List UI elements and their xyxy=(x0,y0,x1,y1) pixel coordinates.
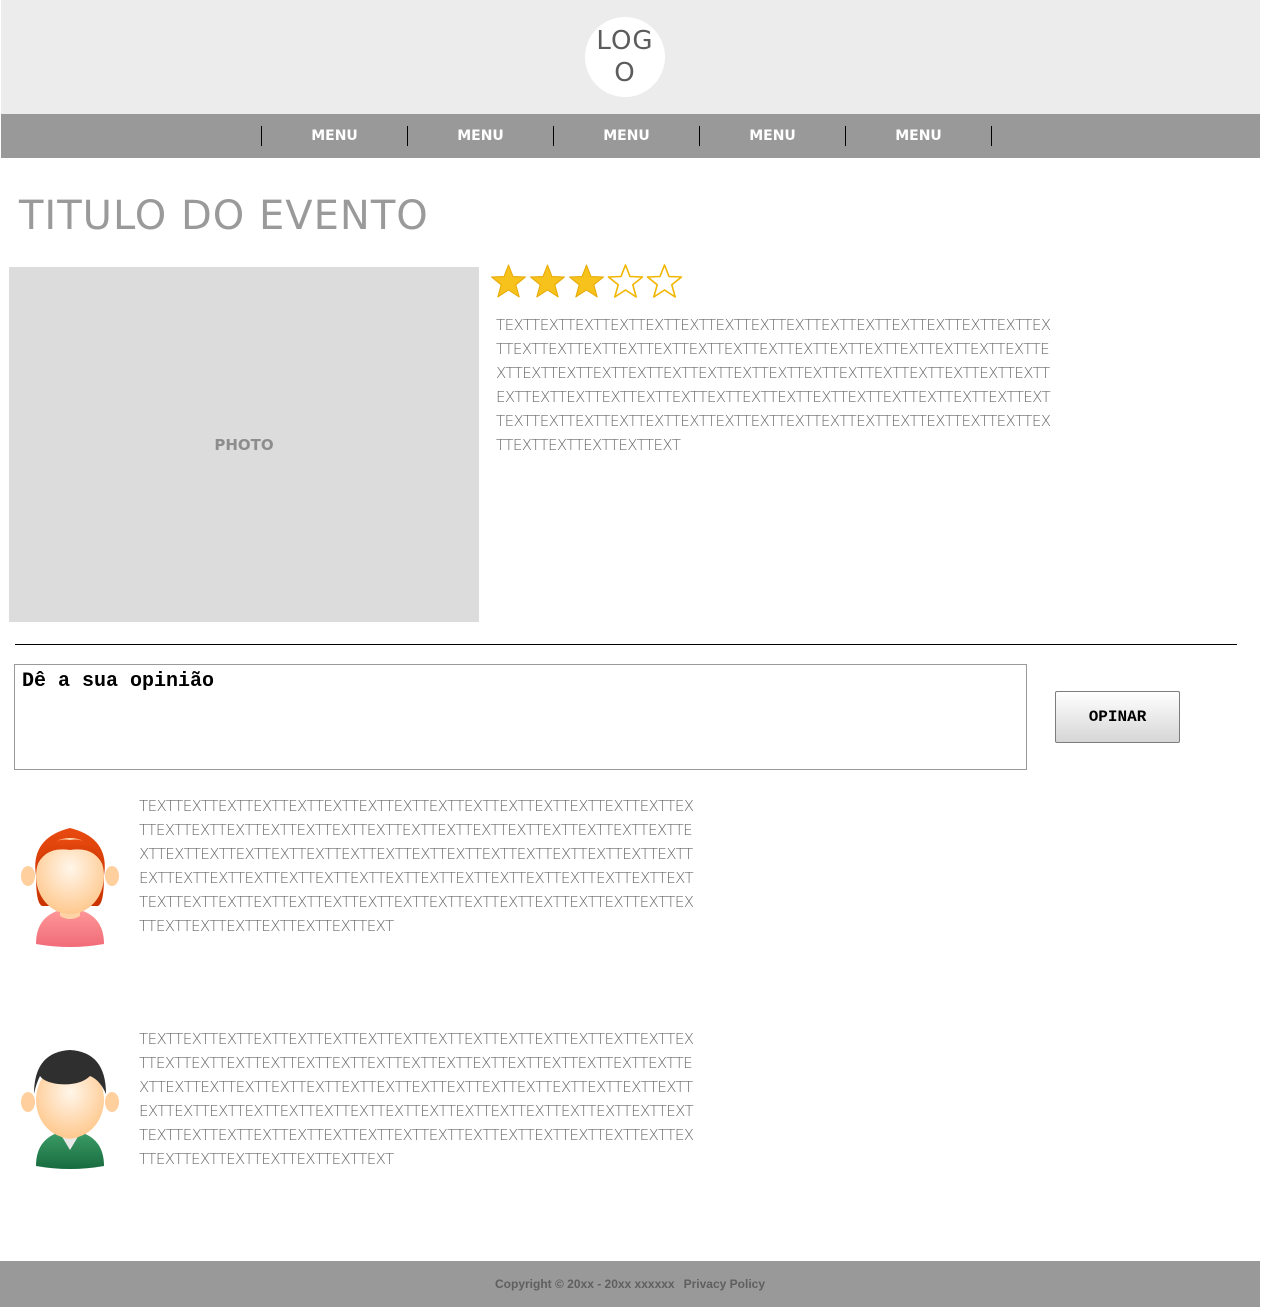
nav-menu-item-1[interactable]: MENU xyxy=(261,126,407,146)
star-filled-icon[interactable] xyxy=(528,263,567,299)
male-avatar-icon xyxy=(21,1050,119,1169)
comment-text: TEXTTEXTTEXTTEXTTEXTTEXTTEXTTEXTTEXTTEXT… xyxy=(139,1030,694,1168)
section-divider xyxy=(15,644,1237,645)
opinion-text: Dê a sua opinião xyxy=(22,670,215,693)
nav-divider xyxy=(991,126,992,146)
main-nav: MENU MENU MENU MENU MENU xyxy=(1,114,1260,158)
comment-text: TEXTTEXTTEXTTEXTTEXTTEXTTEXTTEXTTEXTTEXT… xyxy=(139,797,694,935)
photo-label: PHOTO xyxy=(214,435,274,454)
privacy-policy-link[interactable]: Privacy Policy xyxy=(684,1277,765,1291)
event-photo: PHOTO xyxy=(9,267,479,622)
star-filled-icon[interactable] xyxy=(489,263,528,299)
copyright-text: Copyright © 20xx - 20xx xxxxxx xyxy=(495,1277,675,1291)
star-filled-icon[interactable] xyxy=(567,263,606,299)
logo[interactable]: LOGO xyxy=(585,17,665,97)
nav-menu-item-5[interactable]: MENU xyxy=(845,126,991,146)
logo-text: LOGO xyxy=(596,26,654,88)
footer: Copyright © 20xx - 20xx xxxxxx Privacy P… xyxy=(0,1261,1260,1307)
nav-menu-item-2[interactable]: MENU xyxy=(407,126,553,146)
header: LOGO xyxy=(1,0,1260,114)
event-description: TEXTTEXTTEXTTEXTTEXTTEXTTEXTTEXTTEXTTEXT… xyxy=(496,316,1051,454)
female-avatar-icon xyxy=(21,828,119,947)
event-title: TITULO DO EVENTO xyxy=(19,193,429,239)
star-rating[interactable] xyxy=(489,263,684,299)
opinar-button[interactable]: OPINAR xyxy=(1055,691,1180,743)
nav-menu-item-4[interactable]: MENU xyxy=(699,126,845,146)
star-empty-icon[interactable] xyxy=(645,263,684,299)
nav-menu-item-3[interactable]: MENU xyxy=(553,126,699,146)
star-empty-icon[interactable] xyxy=(606,263,645,299)
